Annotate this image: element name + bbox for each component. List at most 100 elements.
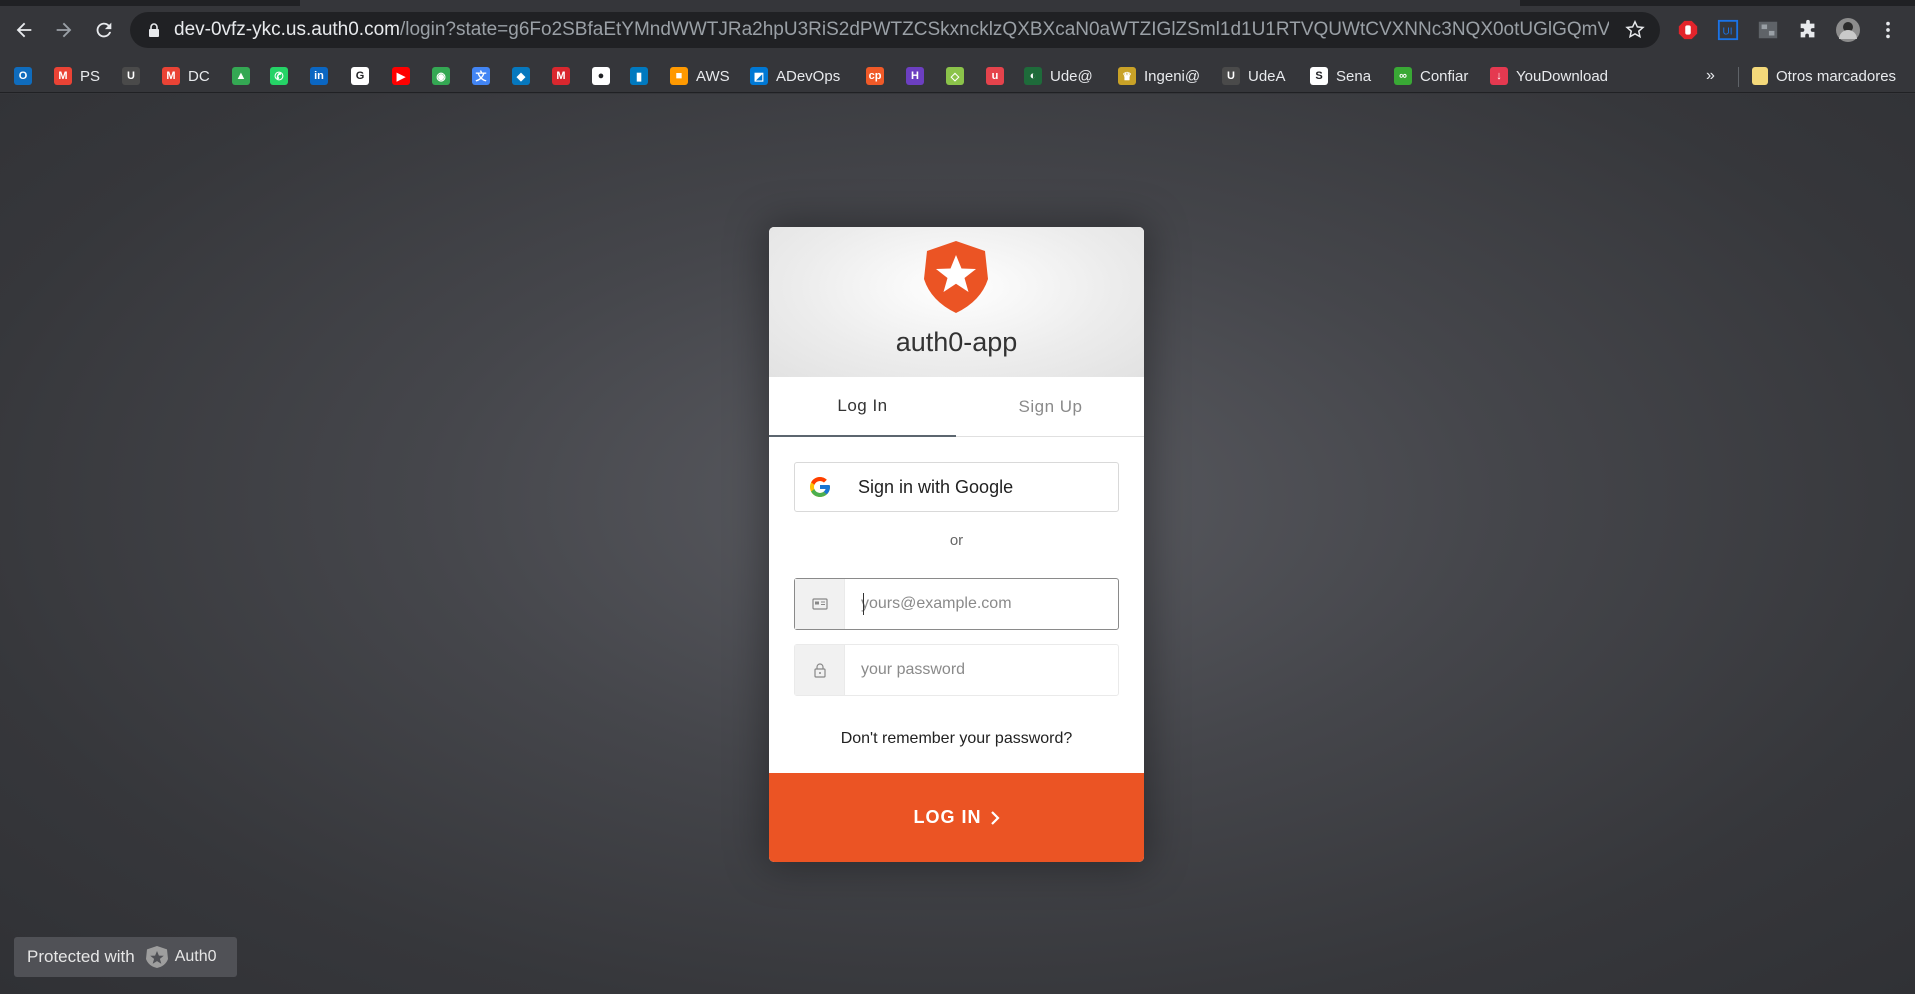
bookmarks-separator: [1738, 67, 1739, 87]
bookmark-item[interactable]: M PS: [54, 63, 100, 89]
bookmark-label: Ude@: [1050, 67, 1093, 85]
tab-log-in[interactable]: Log In: [769, 377, 956, 437]
bookmark-item[interactable]: ♛ Ingeni@: [1118, 63, 1200, 89]
google-g-icon: [810, 477, 830, 497]
bookmarks-overflow-button[interactable]: »: [1706, 63, 1715, 89]
ui-extension-icon[interactable]: UI: [1712, 14, 1744, 46]
bookmarks-bar: » Otros marcadores O M PS U M DC ▲ ✆ in G ▶ ◉ 文 ◆ M ● ▮ ■…: [0, 59, 1915, 93]
drupal-icon: ◆: [512, 67, 530, 85]
email-input[interactable]: [861, 580, 1111, 628]
forward-arrow-icon: [56, 22, 72, 38]
email-icon-box: [795, 579, 845, 629]
lock-icon: [149, 23, 159, 37]
diamond-icon: ◇: [946, 67, 964, 85]
bookmark-item[interactable]: H: [906, 63, 924, 89]
protected-by-auth0-badge[interactable]: Protected with Auth0: [14, 937, 237, 977]
bookmark-item[interactable]: M: [552, 63, 570, 89]
bookmark-item[interactable]: ✆: [270, 63, 288, 89]
back-button[interactable]: [8, 14, 40, 46]
adblock-extension-icon[interactable]: [1672, 14, 1704, 46]
youtube-icon: ▶: [392, 67, 410, 85]
bookmark-item[interactable]: cp: [866, 63, 884, 89]
bookmark-item[interactable]: U UdeA: [1222, 63, 1286, 89]
bookmark-item[interactable]: M DC: [162, 63, 210, 89]
trello-icon: ▮: [630, 67, 648, 85]
or-separator: or: [949, 532, 964, 549]
udemy-u-icon: U: [122, 67, 140, 85]
bookmark-item[interactable]: ■ AWS: [670, 63, 730, 89]
download-icon: ↓: [1490, 67, 1508, 85]
bookmark-label: ADevOps: [776, 67, 841, 85]
browser-menu-icon[interactable]: [1872, 14, 1904, 46]
bookmark-item[interactable]: ∞ Confiar: [1394, 63, 1468, 89]
bookmark-label: UdeA: [1248, 67, 1286, 85]
gmail-icon: M: [54, 67, 72, 85]
url-host: dev-0vfz-ykc.us.auth0.com: [174, 19, 400, 40]
log-in-submit-button[interactable]: LOG IN: [769, 773, 1144, 862]
mega-icon: M: [552, 67, 570, 85]
overflow-label: »: [1706, 67, 1715, 84]
auth0-small-logo-icon: [145, 946, 168, 968]
ingenia-icon: ♛: [1118, 67, 1136, 85]
bookmark-star-icon[interactable]: [1624, 19, 1646, 41]
url-text[interactable]: dev-0vfz-ykc.us.auth0.com/login?state=g6…: [174, 19, 1609, 41]
login-widget: auth0-app Log In Sign Up Sign in with Go…: [769, 227, 1144, 862]
other-bookmarks-folder[interactable]: Otros marcadores: [1752, 63, 1896, 89]
forgot-password-link[interactable]: Don't remember your password?: [769, 730, 1144, 748]
tab-sign-up[interactable]: Sign Up: [957, 377, 1144, 437]
gmail-icon: M: [162, 67, 180, 85]
azure-devops-icon: ◩: [750, 67, 768, 85]
bookmark-label: Sena: [1336, 67, 1372, 85]
bookmark-label: PS: [80, 67, 101, 85]
tab-strip: [0, 0, 1915, 6]
google-signin-label: Sign in with Google: [858, 476, 1014, 497]
grey-extension-icon[interactable]: [1752, 14, 1784, 46]
bookmark-item[interactable]: ▶: [392, 63, 410, 89]
address-bar[interactable]: dev-0vfz-ykc.us.auth0.com/login?state=g6…: [130, 12, 1660, 48]
bookmark-item[interactable]: ↓ YouDownload: [1490, 63, 1608, 89]
profile-avatar[interactable]: [1832, 14, 1864, 46]
u-script-icon: u: [986, 67, 1004, 85]
h-icon: H: [906, 67, 924, 85]
chevron-right-icon: [990, 810, 1000, 825]
bookmark-item[interactable]: ◩ ADevOps: [750, 63, 840, 89]
bookmark-item[interactable]: ◆: [512, 63, 530, 89]
submit-label: LOG IN: [913, 807, 982, 827]
bookmark-item[interactable]: ●: [592, 63, 610, 89]
bookmark-item[interactable]: G: [351, 63, 369, 89]
bookmark-item[interactable]: in: [310, 63, 328, 89]
password-input[interactable]: [861, 646, 1111, 694]
auth0-brand-label: Auth0: [174, 948, 217, 965]
reload-icon: [96, 22, 112, 38]
widget-header: auth0-app: [769, 227, 1144, 377]
extensions-puzzle-icon[interactable]: [1792, 14, 1824, 46]
bookmark-label: DC: [188, 67, 210, 85]
bookmark-label: YouDownload: [1516, 67, 1609, 85]
bookmark-item[interactable]: S Sena: [1310, 63, 1371, 89]
github-icon: ●: [592, 67, 610, 85]
active-tab[interactable]: [300, 0, 1520, 6]
translate-icon: 文: [472, 67, 490, 85]
text-caret: [863, 593, 864, 615]
bookmark-item[interactable]: ◇: [946, 63, 964, 89]
bookmark-item[interactable]: ▲: [232, 63, 250, 89]
bookmark-item[interactable]: u: [986, 63, 1004, 89]
bookmark-item[interactable]: 文: [472, 63, 490, 89]
reload-button[interactable]: [88, 14, 120, 46]
auth0-shield-logo-icon: [924, 241, 988, 313]
bookmark-item[interactable]: U: [122, 63, 140, 89]
bookmark-item[interactable]: ▮: [630, 63, 648, 89]
bookmark-item[interactable]: O: [14, 63, 32, 89]
other-bookmarks-label: Otros marcadores: [1776, 67, 1897, 85]
bookmark-item[interactable]: ◐ Ude@: [1024, 63, 1093, 89]
url-path: /login?state=g6Fo2SBfaEtYMndWWTJRa2hpU3R…: [399, 19, 1609, 40]
bookmark-item[interactable]: ◉: [432, 63, 450, 89]
drive-icon: ▲: [232, 67, 250, 85]
login-page: auth0-app Log In Sign Up Sign in with Go…: [0, 94, 1915, 994]
google-signin-button[interactable]: Sign in with Google: [794, 462, 1119, 512]
email-field: [794, 578, 1119, 630]
padlock-icon: [813, 663, 826, 678]
forward-button[interactable]: [48, 14, 80, 46]
email-card-icon: [811, 598, 828, 610]
bookmark-label: Ingeni@: [1144, 67, 1201, 85]
